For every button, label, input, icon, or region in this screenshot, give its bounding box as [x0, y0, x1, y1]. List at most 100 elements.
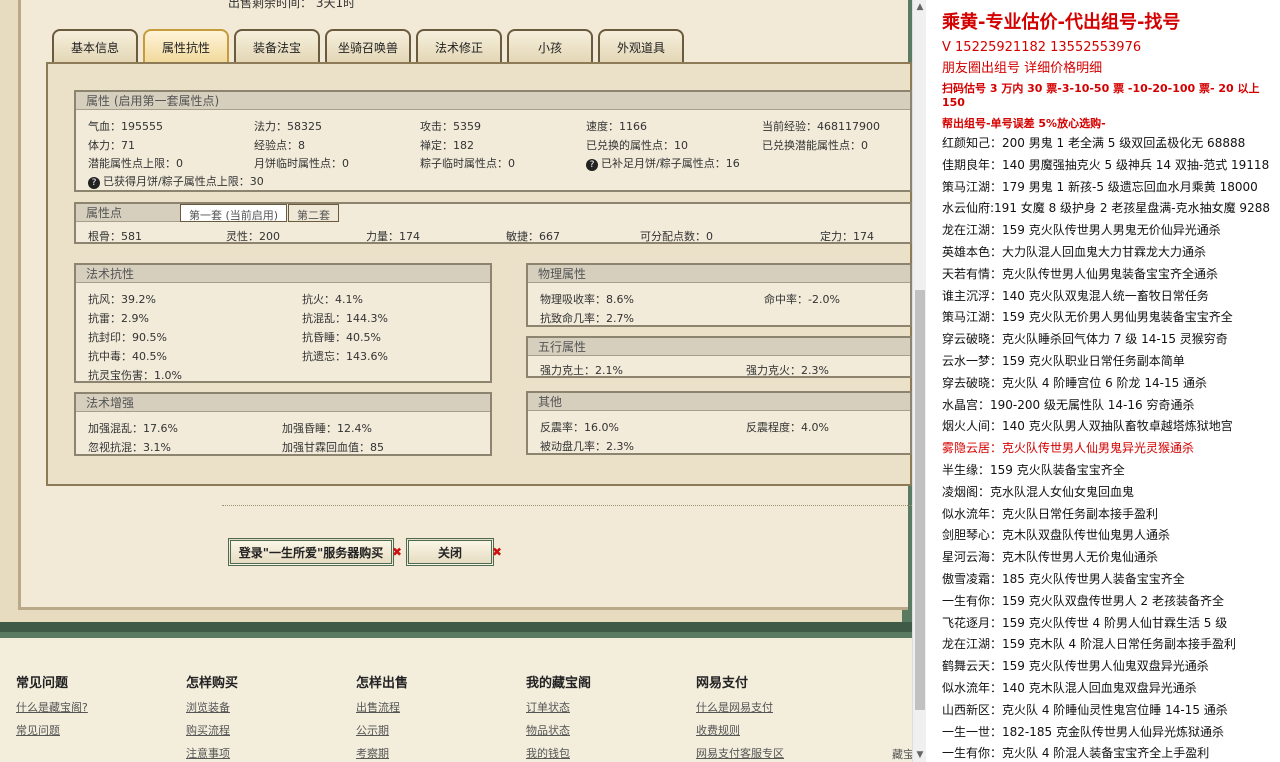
overlay-entry: 龙在江湖：159 克火队传世男人男鬼无价仙异光通杀: [942, 223, 1221, 238]
overlay-entry: 星河云海：克木队传世男人无价鬼仙通杀: [942, 550, 1159, 565]
tab-basic-info[interactable]: 基本信息: [52, 29, 138, 63]
footer-link[interactable]: 什么是藏宝阁?: [16, 699, 88, 715]
overlay-pyq: 朋友圈出组号 详细价格明细: [942, 61, 1103, 76]
scroll-down-icon[interactable]: ▼: [913, 748, 927, 762]
resist-poison: 抗中毒：40.5%: [88, 350, 167, 363]
resist-thunder: 抗雷：2.9%: [88, 312, 149, 325]
scroll-thumb[interactable]: [915, 290, 925, 710]
physical-section: 物理属性 物理吸收率：8.6% 命中率：-2.0% 抗致命几率：2.7%: [526, 263, 912, 327]
tab-point-set-1[interactable]: 第一套 (当前启用): [180, 204, 288, 222]
attributes-section: 属性 (启用第一套属性点) 气血：195555 法力：58325 攻击：5359…: [74, 90, 912, 192]
footer-link[interactable]: 收费规则: [696, 722, 784, 738]
attr-obtained-limit: ? 已获得月饼/粽子属性点上限：30: [88, 173, 264, 189]
tab-child[interactable]: 小孩: [507, 29, 593, 63]
attr-supplemented: ? 已补足月饼/粽子属性点：16: [586, 155, 740, 171]
overlay-entry: 穿云破晓：克火队睡杀回气体力 7 级 14-15 灵猴穷奇: [942, 332, 1228, 347]
overlay-entry: 一生有你：159 克火队双盘传世男人 2 老孩装备齐全: [942, 593, 1224, 608]
five-elements-section: 五行属性 强力克土：2.1% 强力克火：2.3%: [526, 336, 912, 378]
resist-fire: 抗火：4.1%: [302, 293, 363, 306]
attr-mooncake-temp: 月饼临时属性点：0: [254, 157, 349, 170]
footer-link[interactable]: 物品状态: [526, 722, 591, 738]
resist-seal: 抗封印：90.5%: [88, 331, 167, 344]
other-counter-degree: 反震程度：4.0%: [746, 421, 829, 434]
footer-link[interactable]: 我的钱包: [526, 745, 591, 761]
attr-potential-limit: 潜能属性点上限：0: [88, 157, 183, 170]
overlay-entry: 策马江湖：179 男鬼 1 新孩-5 级遗忘回血水月乘黄 18000: [942, 179, 1258, 194]
footer-faq-title: 常见问题: [16, 676, 69, 691]
footer-pay: 网易支付 什么是网易支付 收费规则 网易支付客服专区: [696, 672, 784, 762]
tab-appearance[interactable]: 外观道具: [598, 29, 684, 63]
sale-time-text: 出售剩余时间： 3天1时: [228, 0, 356, 10]
footer-link[interactable]: 购买流程: [186, 722, 238, 738]
resist-section: 法术抗性 抗风：39.2% 抗雷：2.9% 抗封印：90.5% 抗中毒：40.5…: [74, 263, 492, 383]
footer-link[interactable]: 考察期: [356, 745, 408, 761]
other-section: 其他 反震率：16.0% 反震程度：4.0% 被动盘几率：2.3%: [526, 391, 912, 455]
overlay-entry: 山西新区：克火队 4 阶睡仙灵性鬼宫位睡 14-15 通杀: [942, 702, 1228, 717]
tab-mounts-summons[interactable]: 坐骑召唤兽: [325, 29, 411, 63]
points-section: 属性点 第一套 (当前启用) 第二套 根骨：581 灵性：200 力量：174 …: [74, 202, 912, 244]
overlay-entry: 一生有你：克火队 4 阶混人装备宝宝齐全上手盈利: [942, 746, 1210, 761]
other-passive: 被动盘几率：2.3%: [540, 440, 634, 453]
attr-supplemented-text: 已补足月饼/粽子属性点：16: [601, 157, 740, 170]
resist-chaos: 抗混乱：144.3%: [302, 312, 388, 325]
overlay-entries: 红颜知己：200 男鬼 1 老全满 5 级双回孟极化无 68888 佳期良年：14…: [942, 133, 1280, 762]
footer-link[interactable]: 公示期: [356, 722, 408, 738]
login-buy-button[interactable]: 登录"一生所爱"服务器购买: [228, 538, 394, 566]
footer-my-title: 我的藏宝阁: [526, 676, 592, 691]
site-footer: 常见问题 什么是藏宝阁? 常见问题 怎样购买 浏览装备 购买流程 注意事项 怎样…: [0, 632, 912, 762]
enhance-sleep: 加强昏睡：12.4%: [282, 422, 372, 435]
overlay-entry: 半生缘：159 克火队装备宝宝齐全: [942, 462, 1125, 477]
footer-link[interactable]: 网易支付客服专区: [696, 745, 784, 761]
attr-potential-exchanged: 已兑换潜能属性点：0: [762, 139, 868, 152]
overlay-entry: 穿去破晓：克火队 4 阶睡宫位 6 阶龙 14-15 通杀: [942, 375, 1208, 390]
attr-exp: 当前经验：468117900: [762, 120, 880, 133]
close-icon: ✖: [492, 545, 503, 559]
five-fire: 强力克火：2.3%: [746, 364, 829, 377]
scrollbar[interactable]: ▲ ▼: [912, 0, 926, 762]
attr-speed: 速度：1166: [586, 120, 647, 133]
attr-stamina: 体力：71: [88, 139, 135, 152]
tab-equipment[interactable]: 装备法宝: [234, 29, 320, 63]
help-icon[interactable]: ?: [586, 159, 598, 171]
point-spirit: 灵性：200: [226, 230, 280, 243]
point-bone: 根骨：581: [88, 230, 142, 243]
enhance-section: 法术增强 加强混乱：17.6% 加强昏睡：12.4% 忽视抗混：3.1% 加强甘…: [74, 392, 492, 456]
footer-my: 我的藏宝阁 订单状态 物品状态 我的钱包: [526, 672, 591, 762]
overlay-text-pane: 乘黄-专业估价-代出组号-找号 V 15225921182 1355255397…: [926, 0, 1280, 762]
overlay-entry: 策马江湖：159 克火队无价男人男仙男鬼装备宝宝齐全: [942, 310, 1233, 325]
overlay-entry: 凌烟阁：克水队混人女仙女鬼回血鬼: [942, 484, 1135, 499]
footer-link[interactable]: 什么是网易支付: [696, 699, 784, 715]
attr-exp-points: 经验点：8: [254, 139, 305, 152]
points-title: 属性点: [76, 204, 180, 222]
overlay-entry: 飞花逐月：159 克火队传世 4 阶男人仙甘霖生活 5 级: [942, 615, 1228, 630]
point-assignable: 可分配点数：0: [640, 230, 713, 243]
overlay-entry: 一生一世：182-185 克金队传世男人仙异光炼狱通杀: [942, 724, 1224, 739]
overlay-entry: 云水一梦：159 克火队职业日常任务副本简单: [942, 353, 1185, 368]
overlay-entry: 英雄本色：大力队混人回血鬼大力甘霖龙大力通杀: [942, 244, 1207, 259]
attr-mp: 法力：58325: [254, 120, 322, 133]
tab-attributes[interactable]: 属性抗性: [143, 29, 229, 63]
overlay-title: 乘黄-专业估价-代出组号-找号: [942, 12, 1181, 33]
enhance-chaos: 加强混乱：17.6%: [88, 422, 178, 435]
footer-corner: 藏宝: [892, 748, 912, 761]
five-elements-title: 五行属性: [528, 338, 910, 356]
tab-point-set-2[interactable]: 第二套: [288, 204, 339, 222]
five-earth: 强力克土：2.1%: [540, 364, 623, 377]
footer-link[interactable]: 订单状态: [526, 699, 591, 715]
help-icon[interactable]: ?: [88, 177, 100, 189]
footer-link[interactable]: 出售流程: [356, 699, 408, 715]
physical-anti-crit: 抗致命几率：2.7%: [540, 312, 634, 325]
attr-obtained-limit-text: 已获得月饼/粽子属性点上限：30: [103, 175, 264, 188]
tab-spell-correction[interactable]: 法术修正: [416, 29, 502, 63]
scroll-up-icon[interactable]: ▲: [913, 0, 927, 14]
footer-link[interactable]: 注意事项: [186, 745, 238, 761]
attr-exchanged: 已兑换的属性点：10: [586, 139, 688, 152]
footer-link[interactable]: 浏览装备: [186, 699, 238, 715]
footer-link[interactable]: 常见问题: [16, 722, 88, 738]
overlay-entry: 似水流年：克火队日常任务副本接手盈利: [942, 506, 1159, 521]
overlay-entry: 鹤舞云天：159 克火队传世男人仙鬼双盘异光通杀: [942, 659, 1209, 674]
tab-bar: 基本信息 属性抗性 装备法宝 坐骑召唤兽 法术修正 小孩 外观道具: [52, 29, 689, 63]
close-button[interactable]: 关闭: [406, 538, 494, 566]
enhance-title: 法术增强: [76, 394, 490, 412]
resist-forget: 抗遗忘：143.6%: [302, 350, 388, 363]
